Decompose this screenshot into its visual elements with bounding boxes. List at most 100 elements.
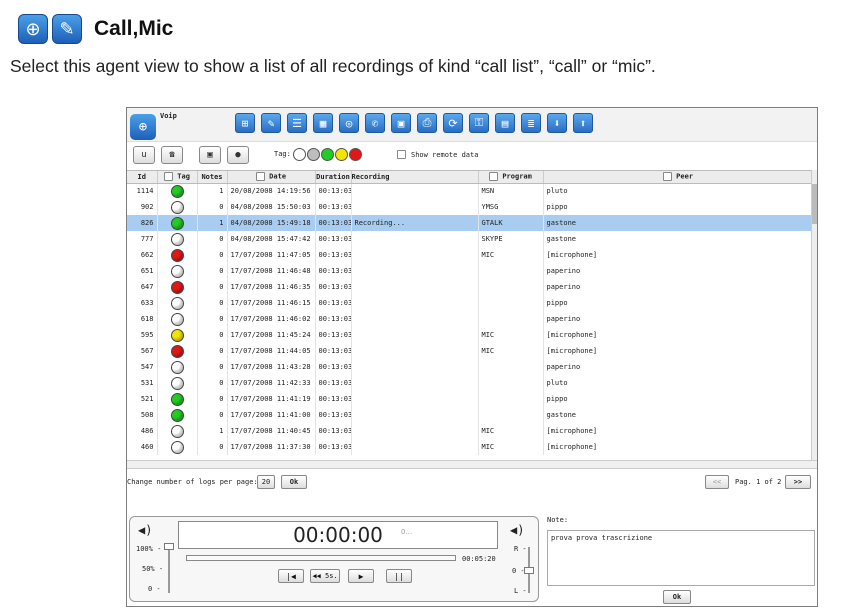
cell-notes: 0 xyxy=(197,263,228,279)
rewind-start-button[interactable]: |◀ xyxy=(278,569,304,583)
cell-peer: pluto xyxy=(543,183,814,199)
col-date[interactable]: Date xyxy=(227,171,316,184)
vertical-scrollbar[interactable] xyxy=(811,170,817,460)
program-header-checkbox[interactable] xyxy=(489,172,499,182)
logs-per-page-input[interactable]: 20 xyxy=(257,475,275,489)
edit-icon[interactable]: ✎ xyxy=(261,113,281,133)
horizontal-scrollbar[interactable] xyxy=(127,460,817,469)
tag-ball[interactable] xyxy=(170,344,184,358)
cell-peer: [microphone] xyxy=(543,343,814,359)
next-page-button[interactable]: >> xyxy=(785,475,811,489)
grid-icon[interactable]: ▦ xyxy=(313,113,333,133)
col-program[interactable]: Program xyxy=(478,171,544,184)
tag-ball[interactable] xyxy=(170,408,184,422)
volume-slider[interactable] xyxy=(168,545,170,593)
prev-page-button[interactable]: << xyxy=(705,475,729,489)
note-ok-button[interactable]: Ok xyxy=(663,590,691,604)
col-recording[interactable]: Recording xyxy=(351,171,479,184)
phone-button[interactable]: ☎ xyxy=(161,146,183,164)
tag-ball[interactable] xyxy=(170,376,184,390)
pause-button[interactable]: || xyxy=(386,569,412,583)
tag-ball[interactable] xyxy=(170,248,184,262)
chat-icon[interactable]: ✆ xyxy=(365,113,385,133)
tag-ball[interactable] xyxy=(170,232,184,246)
lock-icon[interactable]: ⚿ xyxy=(469,113,489,133)
tag-ball[interactable] xyxy=(170,312,184,326)
save-button[interactable]: ▣ xyxy=(199,146,221,164)
table-row[interactable]: 618 0 17/07/2008 11:46:02 00:13:03 paperino xyxy=(127,311,814,327)
tag-ball[interactable] xyxy=(170,392,184,406)
tag-filter-4[interactable] xyxy=(349,148,362,161)
volume-handle[interactable] xyxy=(164,543,174,550)
tag-ball[interactable] xyxy=(170,296,184,310)
table-row[interactable]: 531 0 17/07/2008 11:42:33 00:13:03 pluto xyxy=(127,375,814,391)
tag-ball[interactable] xyxy=(170,424,184,438)
show-remote-data[interactable]: Show remote data xyxy=(397,150,478,159)
hierarchy-icon[interactable]: ⊞ xyxy=(235,113,255,133)
play-button[interactable]: ▶ xyxy=(348,569,374,583)
cell-id: 486 xyxy=(127,423,158,439)
show-remote-checkbox[interactable] xyxy=(397,150,406,159)
col-tag[interactable]: Tag xyxy=(157,171,198,184)
cell-id: 777 xyxy=(127,231,158,247)
peer-header-checkbox[interactable] xyxy=(662,172,672,182)
list-icon[interactable]: ≣ xyxy=(521,113,541,133)
tag-ball[interactable] xyxy=(170,280,184,294)
tag-ball[interactable] xyxy=(170,328,184,342)
contact-icon[interactable]: ☰ xyxy=(287,113,307,133)
screen-icon[interactable]: ▣ xyxy=(391,113,411,133)
table-header: Id Tag Notes Date Duration Recording Pro… xyxy=(127,171,814,184)
tag-cell xyxy=(157,215,198,231)
progress-bar[interactable] xyxy=(186,555,456,561)
printer-icon[interactable]: ⎙ xyxy=(417,113,437,133)
sync-icon[interactable]: ⟳ xyxy=(443,113,463,133)
cell-notes: 0 xyxy=(197,231,228,247)
col-id[interactable]: Id xyxy=(127,171,158,184)
user-button[interactable]: u xyxy=(133,146,155,164)
col-duration[interactable]: Duration xyxy=(315,171,352,184)
table-row[interactable]: 567 0 17/07/2008 11:44:05 00:13:03 MIC [micro… xyxy=(127,343,814,359)
table-row[interactable]: 633 0 17/07/2008 11:46:15 00:13:03 pippo xyxy=(127,295,814,311)
tag-filter-2[interactable] xyxy=(321,148,334,161)
col-notes[interactable]: Notes xyxy=(197,171,228,184)
table-row[interactable]: 595 0 17/07/2008 11:45:24 00:13:03 MIC [micro… xyxy=(127,327,814,343)
voip-icon[interactable]: ⊕ xyxy=(130,114,156,140)
table-row[interactable]: 547 0 17/07/2008 11:43:28 00:13:03 paperino xyxy=(127,359,814,375)
tag-ball[interactable] xyxy=(170,184,184,198)
scroll-thumb[interactable] xyxy=(812,184,817,224)
table-row[interactable]: 651 0 17/07/2008 11:46:48 00:13:03 paperino xyxy=(127,263,814,279)
upload-icon[interactable]: ⬆ xyxy=(573,113,593,133)
table-row[interactable]: 902 0 04/08/2008 15:50:03 00:13:03 YMSG pippo xyxy=(127,199,814,215)
table-row[interactable]: 508 0 17/07/2008 11:41:00 00:13:03 gastone xyxy=(127,407,814,423)
tag-ball[interactable] xyxy=(170,360,184,374)
cell-program xyxy=(478,391,544,407)
note-textarea[interactable]: prova prova trascrizione xyxy=(547,530,815,586)
document-icon[interactable]: ▤ xyxy=(495,113,515,133)
info-button[interactable]: ● xyxy=(227,146,249,164)
cell-peer: gastone xyxy=(543,231,814,247)
tag-ball[interactable] xyxy=(170,440,184,454)
table-row[interactable]: 647 0 17/07/2008 11:46:35 00:13:03 paperino xyxy=(127,279,814,295)
back-5s-button[interactable]: ◀◀ 5s. xyxy=(310,569,340,583)
table-row[interactable]: 521 0 17/07/2008 11:41:19 00:13:03 pippo xyxy=(127,391,814,407)
balance-handle[interactable] xyxy=(524,567,534,574)
tag-filter-3[interactable] xyxy=(335,148,348,161)
table-row[interactable]: 486 1 17/07/2008 11:40:45 00:13:03 MIC [micro… xyxy=(127,423,814,439)
tag-header-checkbox[interactable] xyxy=(164,172,174,182)
table-row[interactable]: 662 0 17/07/2008 11:47:05 00:13:03 MIC [micro… xyxy=(127,247,814,263)
cell-program: MIC xyxy=(478,343,544,359)
col-peer[interactable]: Peer xyxy=(543,171,814,184)
tag-filter-0[interactable] xyxy=(293,148,306,161)
tag-ball[interactable] xyxy=(170,216,184,230)
globe-icon[interactable]: ◎ xyxy=(339,113,359,133)
download-icon[interactable]: ⬇ xyxy=(547,113,567,133)
date-header-checkbox[interactable] xyxy=(255,172,265,182)
table-row[interactable]: 1114 1 20/08/2008 14:19:56 00:13:03 MSN pluto xyxy=(127,183,814,199)
tag-filter-1[interactable] xyxy=(307,148,320,161)
table-row[interactable]: 460 0 17/07/2008 11:37:30 00:13:03 MIC [micro… xyxy=(127,439,814,455)
pager-ok-button[interactable]: Ok xyxy=(281,475,307,489)
tag-ball[interactable] xyxy=(170,200,184,214)
tag-ball[interactable] xyxy=(170,264,184,278)
table-row[interactable]: 826 1 04/08/2008 15:49:18 00:13:03 Recording… xyxy=(127,215,814,231)
table-row[interactable]: 777 0 04/08/2008 15:47:42 00:13:03 SKYPE gast… xyxy=(127,231,814,247)
